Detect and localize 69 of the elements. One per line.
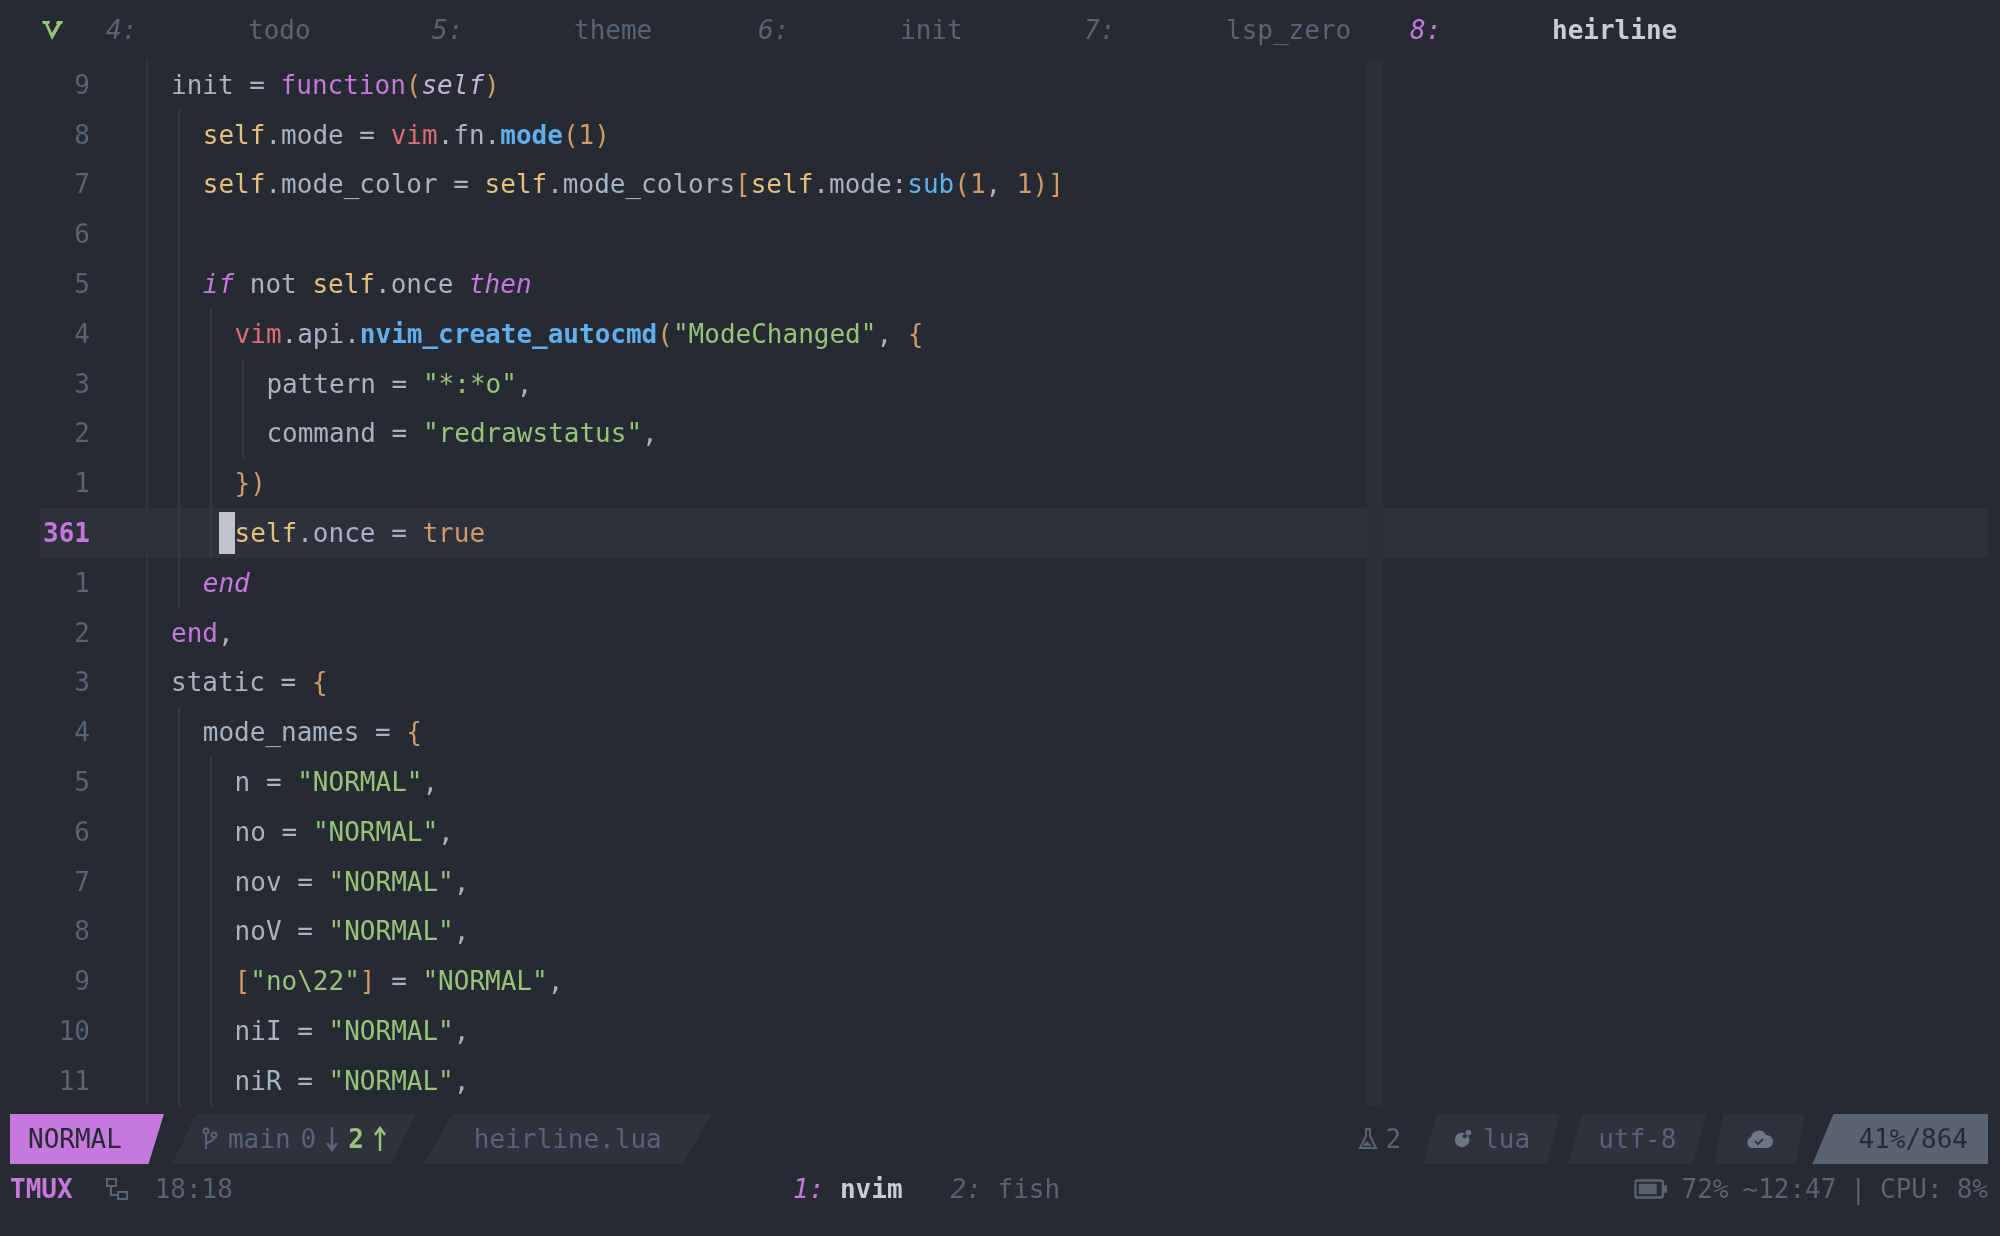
line-number: 9 <box>73 69 91 100</box>
code-text: self.mode_color = self.mode_colors[self.mode:sub(1, 1)] <box>202 169 1064 200</box>
buffer-tab[interactable]: 8: heirline <box>1410 15 1736 45</box>
code-text: end <box>202 567 250 598</box>
line-number: 2 <box>73 418 91 449</box>
battery-remaining: ~12:47 <box>1742 1174 1837 1204</box>
line-number: 8 <box>73 916 91 947</box>
buffer-tab[interactable]: 6: init <box>758 15 1084 45</box>
line-number: 1 <box>73 468 91 499</box>
code-text: vim.api.nvim_create_autocmd("ModeChanged", { <box>234 318 924 349</box>
cursor-position: 41%/864 <box>1812 1114 1988 1164</box>
battery-percent: 72% <box>1681 1174 1729 1204</box>
code-text: command = "redrawstatus", <box>266 418 658 449</box>
line-number: 6 <box>73 219 91 250</box>
line-number: 10 <box>57 1016 91 1047</box>
line-number: 5 <box>73 269 91 300</box>
code-text: no = "NORMAL", <box>234 816 454 847</box>
buffer-tab[interactable]: 7: lsp_zero <box>1084 15 1410 45</box>
branch-icon <box>201 1127 218 1151</box>
code-text: niR = "NORMAL", <box>234 1065 470 1096</box>
code-text: if not self.once then <box>202 269 532 300</box>
buffer-tab[interactable]: 5: theme <box>432 15 758 45</box>
down-arrow-icon <box>326 1126 339 1152</box>
ahead-count: 2 <box>348 1124 364 1154</box>
session-name: TMUX <box>10 1174 73 1204</box>
line-number: 3 <box>73 667 91 698</box>
lua-icon <box>1453 1129 1474 1149</box>
code-text: end, <box>171 617 234 648</box>
code-text: }) <box>234 468 266 499</box>
diagnostic-count: 2 <box>1385 1124 1402 1154</box>
code-text: pattern = "*:*o", <box>266 368 533 399</box>
line-number: 2 <box>73 617 91 648</box>
line-number: 3 <box>73 368 91 399</box>
line-number: 4 <box>73 717 91 748</box>
line-number: 6 <box>73 816 91 847</box>
cpu-usage: 8% <box>1956 1174 1988 1204</box>
mode-indicator: NORMAL <box>10 1114 164 1164</box>
code-text: static = { <box>171 667 328 698</box>
clock: 18:18 <box>154 1174 233 1204</box>
network-icon <box>104 1177 129 1201</box>
code-text: self.mode = vim.fn.mode(1) <box>202 119 610 150</box>
code-text: mode_names = { <box>202 717 422 748</box>
code-text: noV = "NORMAL", <box>234 916 470 947</box>
line-number: 1 <box>73 567 91 598</box>
code-text: n = "NORMAL", <box>234 767 439 798</box>
line-number: 4 <box>73 318 91 349</box>
cpu-label: CPU: <box>1880 1174 1943 1204</box>
battery-icon <box>1633 1178 1668 1200</box>
line-number: 8 <box>73 119 91 150</box>
tmux-window-tab[interactable]: 1: nvim <box>793 1174 903 1204</box>
line-number: 7 <box>73 866 91 897</box>
code-text: ["no\22"] = "NORMAL", <box>234 966 564 997</box>
code-text: nov = "NORMAL", <box>234 866 470 897</box>
line-number: 9 <box>73 966 91 997</box>
tmux-window-tab[interactable]: 2: fish <box>950 1174 1061 1204</box>
separator-text: | <box>1850 1174 1867 1204</box>
line-number: 7 <box>73 169 91 200</box>
up-arrow-icon <box>373 1126 386 1152</box>
cloud-check-icon <box>1744 1129 1775 1149</box>
flask-icon <box>1357 1127 1378 1151</box>
buffer-tab[interactable]: 4: todo <box>106 15 432 45</box>
code-text: niI = "NORMAL", <box>234 1016 470 1047</box>
code-text: init = function(self) <box>171 69 500 100</box>
code-text: self.once = true <box>234 518 486 549</box>
cursor <box>218 512 235 555</box>
vim-logo-icon <box>40 18 64 42</box>
line-number: 11 <box>57 1065 91 1096</box>
line-number: 361 <box>42 518 91 549</box>
line-number: 5 <box>73 767 91 798</box>
